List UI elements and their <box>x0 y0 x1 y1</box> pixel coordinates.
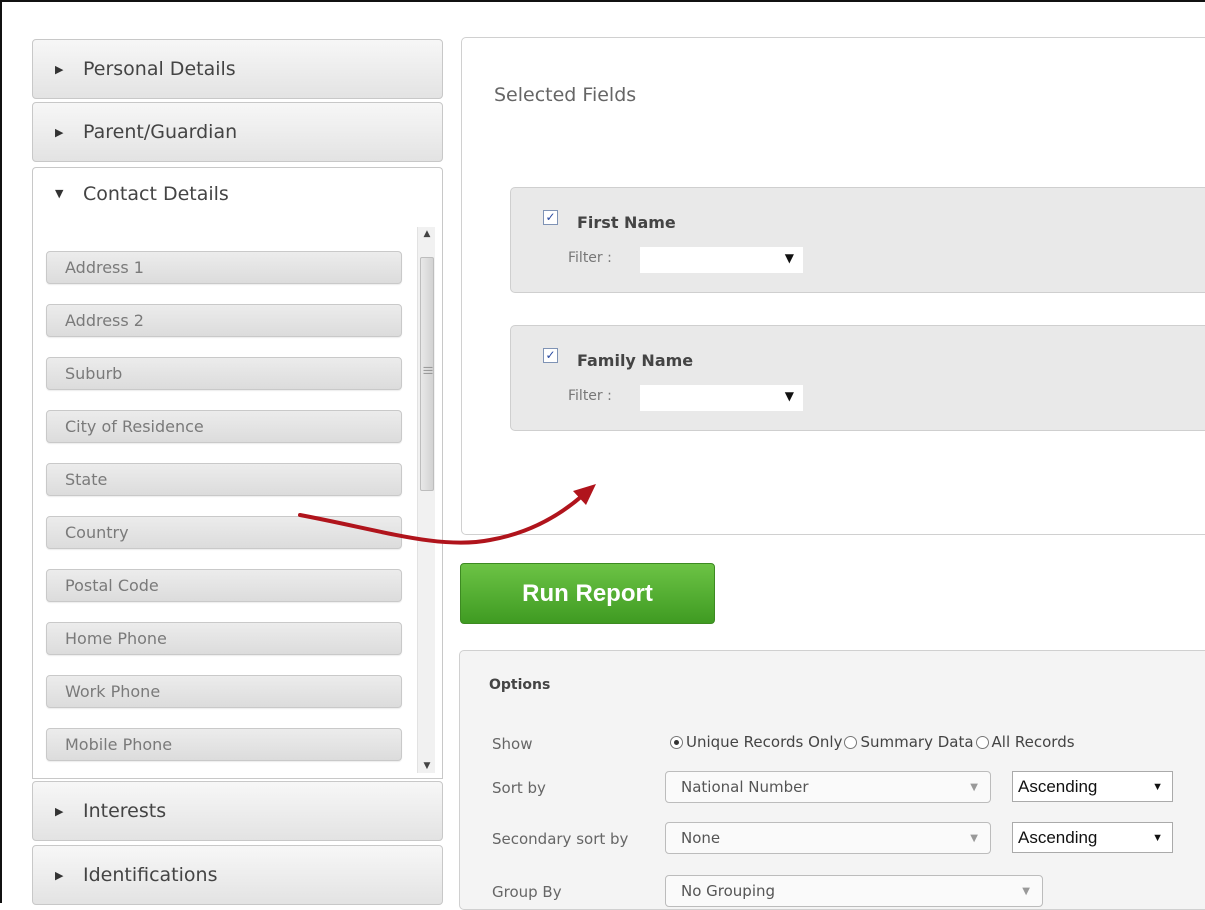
field-postal-code[interactable]: Postal Code <box>46 569 402 602</box>
accordion-label: Parent/Guardian <box>83 121 238 143</box>
show-radio-group: Unique Records Only Summary Data All Rec… <box>670 733 1077 751</box>
group-by-label: Group By <box>492 883 562 901</box>
caret-right-icon: ▶ <box>55 868 64 882</box>
chevron-down-icon: ▼ <box>1152 831 1163 844</box>
sort-by-select[interactable]: National Number ▼ <box>665 771 991 803</box>
filter-label: Filter : <box>568 250 612 266</box>
field-name: Family Name <box>577 351 694 370</box>
show-label: Show <box>492 735 533 753</box>
accordion-label: Identifications <box>83 864 218 886</box>
filter-select[interactable]: ▼ <box>640 247 803 273</box>
selected-fields-title: Selected Fields <box>494 84 637 106</box>
radio-label: All Records <box>991 733 1075 751</box>
secondary-sort-value: None <box>681 829 721 847</box>
drag-arrow-icon <box>298 484 596 545</box>
options-title: Options <box>489 677 551 693</box>
chevron-down-icon: ▼ <box>784 251 794 265</box>
secondary-order-value: Ascending <box>1018 827 1098 847</box>
accordion-contact-details[interactable]: ▼ Contact Details <box>32 167 443 219</box>
sort-by-value: National Number <box>681 778 809 796</box>
caret-down-icon: ▼ <box>55 187 64 200</box>
group-by-value: No Grouping <box>681 882 776 900</box>
accordion-parent-guardian[interactable]: ▶ Parent/Guardian <box>32 102 443 162</box>
sort-order-select[interactable]: Ascending ▼ <box>1012 771 1173 802</box>
field-name: First Name <box>577 213 676 232</box>
field-work-phone[interactable]: Work Phone <box>46 675 402 708</box>
chevron-down-icon: ▼ <box>970 781 978 793</box>
sort-order-value: Ascending <box>1018 776 1098 796</box>
accordion-identifications[interactable]: ▶ Identifications <box>32 845 443 905</box>
scroll-down-icon[interactable]: ▼ <box>418 761 436 771</box>
field-address-1[interactable]: Address 1 <box>46 251 402 284</box>
filter-select[interactable]: ▼ <box>640 385 803 411</box>
secondary-order-select[interactable]: Ascending ▼ <box>1012 822 1173 853</box>
chevron-down-icon: ▼ <box>784 389 794 403</box>
scroll-up-icon[interactable]: ▲ <box>418 229 436 239</box>
grip-icon: — — — <box>423 362 433 379</box>
secondary-sort-select[interactable]: None ▼ <box>665 822 991 854</box>
radio-label: Unique Records Only <box>686 733 843 751</box>
accordion-interests[interactable]: ▶ Interests <box>32 781 443 841</box>
caret-right-icon: ▶ <box>55 804 64 818</box>
checkbox-checked-icon[interactable]: ✓ <box>543 348 558 363</box>
chevron-down-icon: ▼ <box>970 832 978 844</box>
radio-label: Summary Data <box>860 733 974 751</box>
selected-fields-panel: Selected Fields ✓ First Name Filter : ▼ … <box>461 37 1205 535</box>
options-panel: Options Show Unique Records Only Summary… <box>459 650 1205 910</box>
filter-label: Filter : <box>568 388 612 404</box>
chevron-down-icon: ▼ <box>1152 780 1163 793</box>
chevron-down-icon: ▼ <box>1022 885 1030 897</box>
group-by-select[interactable]: No Grouping ▼ <box>665 875 1043 907</box>
sort-by-label: Sort by <box>492 779 546 797</box>
secondary-sort-label: Secondary sort by <box>492 830 629 848</box>
field-city-of-residence[interactable]: City of Residence <box>46 410 402 443</box>
caret-right-icon: ▶ <box>55 62 64 76</box>
accordion-personal-details[interactable]: ▶ Personal Details <box>32 39 443 99</box>
scroll-thumb[interactable]: — — — <box>420 257 434 491</box>
field-mobile-phone[interactable]: Mobile Phone <box>46 728 402 761</box>
radio-all-records[interactable] <box>975 735 989 749</box>
radio-unique-records[interactable] <box>670 735 683 749</box>
caret-right-icon: ▶ <box>55 125 64 139</box>
radio-summary-data[interactable] <box>844 735 858 749</box>
checkbox-checked-icon[interactable]: ✓ <box>543 210 558 225</box>
accordion-label: Personal Details <box>83 58 236 80</box>
accordion-label: Interests <box>83 800 167 822</box>
run-report-button[interactable]: Run Report <box>460 563 715 624</box>
field-suburb[interactable]: Suburb <box>46 357 402 390</box>
field-address-2[interactable]: Address 2 <box>46 304 402 337</box>
accordion-label: Contact Details <box>83 182 229 205</box>
field-home-phone[interactable]: Home Phone <box>46 622 402 655</box>
selected-field-family-name: ✓ Family Name Filter : ▼ <box>510 325 1205 431</box>
selected-field-first-name: ✓ First Name Filter : ▼ <box>510 187 1205 293</box>
